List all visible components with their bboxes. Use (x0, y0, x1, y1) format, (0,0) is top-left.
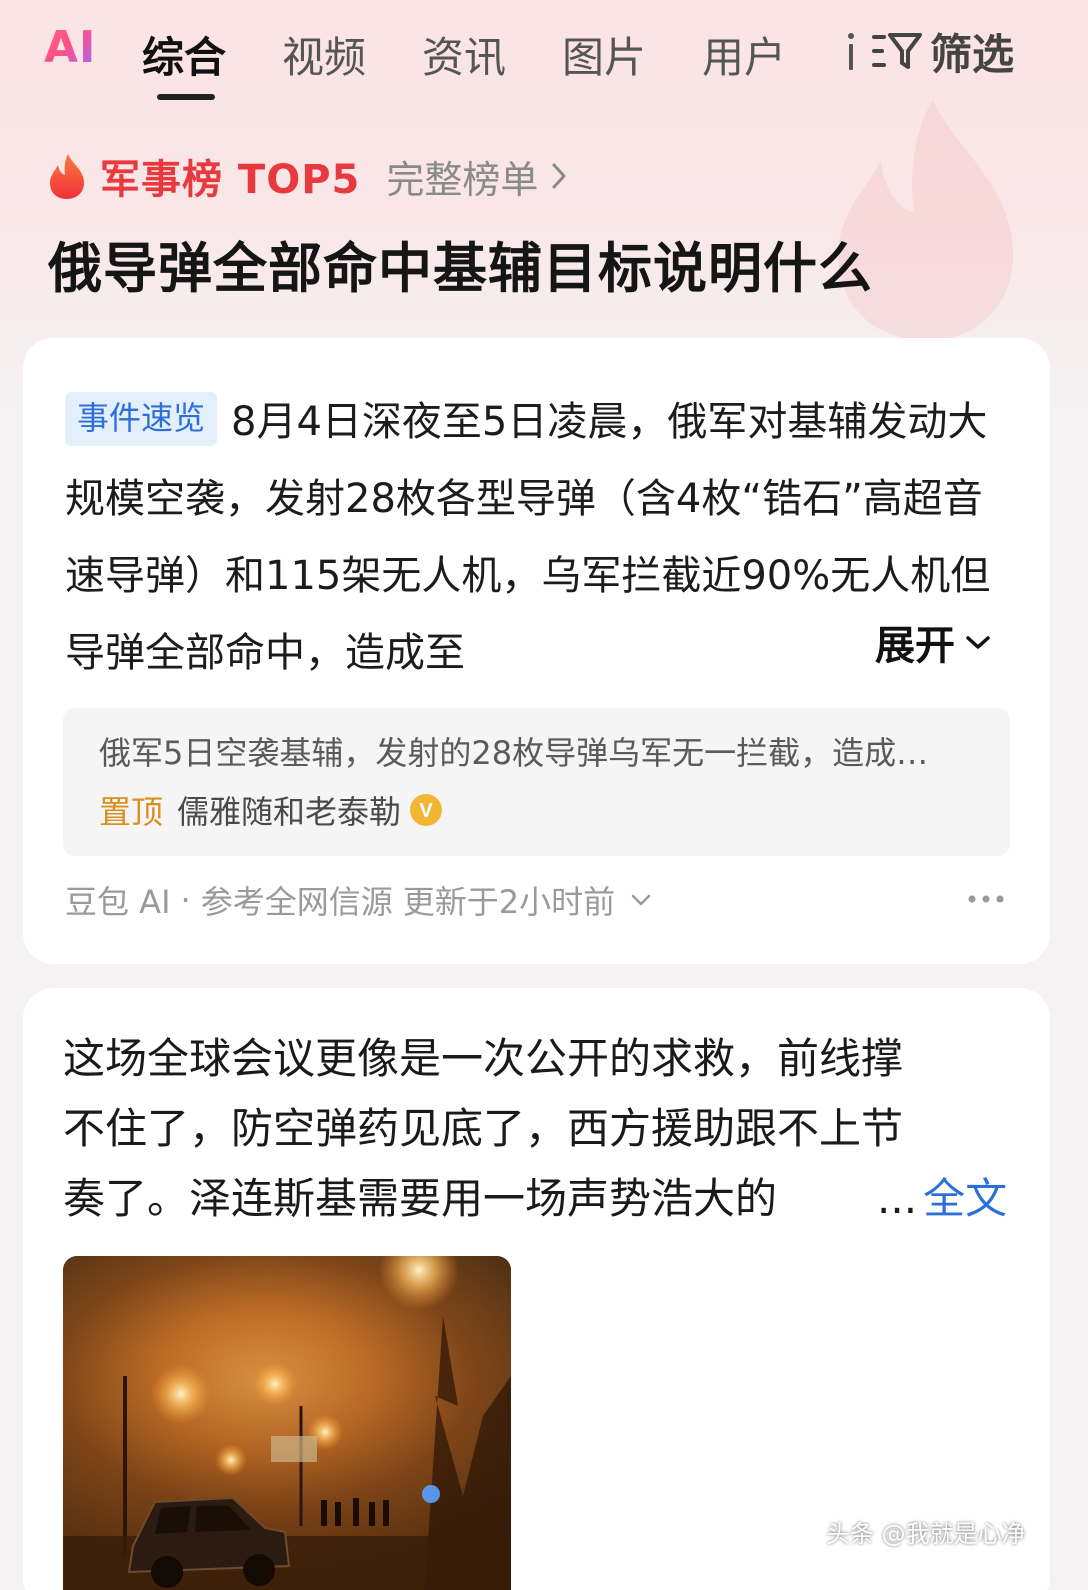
chevron-right-icon (552, 163, 566, 189)
footer-separator: · (180, 881, 191, 919)
night-street-fire-image (63, 1256, 511, 1590)
ellipsis: ... (877, 1174, 918, 1223)
filter-icon (872, 33, 922, 69)
pinned-reference-box[interactable]: 俄军5日空袭基辅，发射的28枚导弹乌军无一拦截，造成… 置顶 儒雅随和老泰勒 V (63, 708, 1010, 856)
ai-source: 豆包 AI (65, 883, 171, 921)
search-tab-bar: AI 综合 视频 资讯 图片 用户 筛选 (0, 0, 1088, 108)
article-line: 这场全球会议更像是一次公开的求救，前线撑 (63, 1034, 904, 1083)
reference-text: 俄军5日空袭基辅，发射的28枚导弹乌军无一拦截，造成… (99, 734, 929, 772)
tab-overflow-icon[interactable] (846, 30, 856, 72)
flame-background-icon (838, 99, 1014, 341)
filter-button[interactable]: 筛选 (872, 22, 1014, 80)
tab-users[interactable]: 用户 (702, 24, 786, 85)
expand-button[interactable]: 展开 (875, 612, 993, 672)
full-text-label: 全文 (923, 1174, 1008, 1223)
tab-news[interactable]: 资讯 (422, 24, 506, 85)
chevron-down-icon (966, 636, 990, 649)
active-tab-indicator (157, 94, 215, 100)
filter-label: 筛选 (930, 29, 1015, 79)
article-snippet: 这场全球会议更像是一次公开的求救，前线撑 不住了，防空弹药见底了，西方援助跟不上… (63, 1024, 1013, 1234)
article-thumbnail[interactable] (63, 1256, 511, 1590)
chevron-down-icon[interactable] (629, 892, 653, 908)
article-line: 奏了。泽连斯基需要用一场声势浩大的 (63, 1174, 778, 1223)
article-card[interactable]: 这场全球会议更像是一次公开的求救，前线撑 不住了，防空弹药见底了，西方援助跟不上… (23, 988, 1050, 1590)
reference-meta: 置顶 儒雅随和老泰勒 V (99, 788, 443, 832)
svg-text:V: V (419, 800, 433, 822)
flame-icon (50, 154, 84, 199)
ai-summary-footer: 豆包 AI · 参考全网信源 更新于2小时前 (65, 878, 653, 922)
event-overview-tag: 事件速览 (65, 392, 218, 446)
verified-badge-icon: V (410, 794, 443, 826)
search-results-page: AI 综合 视频 资讯 图片 用户 筛选 军事榜 TOP5 完整榜单 俄导弹全部… (0, 0, 1088, 1590)
update-time: 更新于2小时前 (402, 883, 616, 921)
full-list-link[interactable]: 完整榜单 (386, 149, 538, 204)
more-options-icon[interactable] (966, 884, 1006, 914)
query-title: 俄导弹全部命中基辅目标说明什么 (48, 237, 873, 300)
pinned-tag: 置顶 (99, 793, 164, 831)
author-name[interactable]: 儒雅随和老泰勒 (177, 787, 401, 833)
tab-comprehensive[interactable]: 综合 (142, 24, 226, 85)
ai-summary-card: 事件速览 8月4日深夜至5日凌晨，俄军对基辅发动大规模空袭，发射28枚各型导弹（含… (23, 338, 1050, 964)
article-line: 不住了，防空弹药见底了，西方援助跟不上节 (63, 1104, 904, 1153)
expand-label: 展开 (875, 623, 955, 669)
hot-list-title: 军事榜 TOP5 (100, 157, 361, 203)
hot-list-header[interactable]: 军事榜 TOP5 完整榜单 (46, 149, 568, 204)
full-text-link[interactable]: ... 全文 (877, 1164, 1007, 1234)
tab-images[interactable]: 图片 (562, 24, 646, 85)
reference-sources[interactable]: 参考全网信源 (201, 877, 393, 923)
tab-video[interactable]: 视频 (282, 24, 366, 85)
platform-watermark: 头条 @我就是心净 (826, 1520, 1026, 1548)
tab-ai[interactable]: AI (44, 22, 96, 73)
